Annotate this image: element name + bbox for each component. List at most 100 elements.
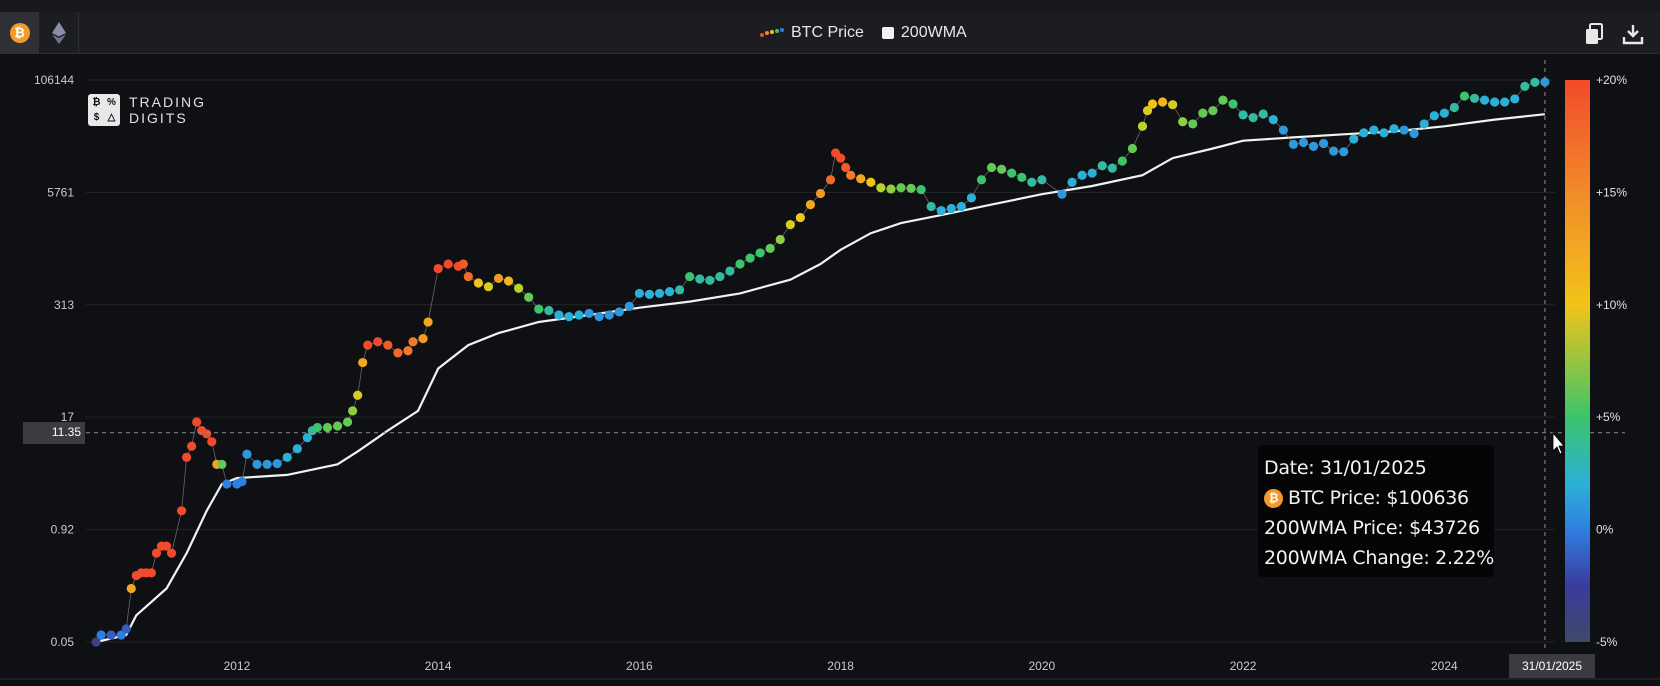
btc-price-point	[866, 177, 876, 187]
btc-price-point	[1510, 94, 1520, 104]
btc-price-point	[433, 263, 443, 274]
btc-price-point	[1208, 106, 1218, 116]
btc-price-point	[348, 406, 358, 416]
btc-price-point	[1007, 168, 1017, 178]
btc-price-point	[574, 310, 584, 320]
btc-price-point	[1258, 109, 1268, 119]
btc-price-point	[705, 275, 715, 285]
legend-btc-price[interactable]: BTC Price	[760, 24, 864, 42]
btc-price-point	[1157, 97, 1168, 107]
btc-price-point	[594, 312, 604, 322]
colorbar-label: +15%	[1596, 185, 1627, 199]
btc-price-point	[262, 459, 272, 469]
btc-price-point	[1218, 95, 1228, 105]
btc-price-point	[685, 271, 695, 282]
ethereum-tab[interactable]	[40, 12, 79, 54]
tooltip-wma-price: 200WMA Price: $43726	[1264, 517, 1480, 539]
btc-price-point	[1278, 125, 1288, 135]
btc-price-point	[1369, 125, 1379, 135]
btc-price-point	[358, 357, 368, 368]
btc-price-point	[1409, 128, 1419, 139]
btc-price-point	[634, 288, 644, 299]
crosshair-y-value: 11.35	[51, 425, 81, 439]
btc-price-point	[986, 162, 997, 173]
btc-price-point	[1057, 189, 1067, 199]
btc-price-point	[1449, 102, 1459, 113]
btc-price-point	[554, 310, 564, 320]
colorbar	[1565, 80, 1590, 642]
btc-price-point	[1027, 177, 1037, 187]
logo-glyph-dollar: $	[93, 112, 100, 123]
btc-price-point	[654, 288, 665, 299]
x-tick-label: 2014	[425, 659, 452, 673]
crosshair-x-label: 31/01/2025	[1509, 654, 1595, 678]
colorbar-labels: +20% +15% +10% +5% 0% -5%	[1596, 73, 1627, 649]
btc-price-point	[976, 175, 987, 185]
btc-price-point	[423, 317, 433, 327]
bitcoin-tab[interactable]: ₿	[0, 12, 39, 54]
btc-price-point	[1147, 99, 1158, 109]
btc-price-point	[1500, 97, 1510, 107]
btc-price-point	[126, 583, 136, 594]
btc-price-point	[841, 162, 851, 173]
btc-price-point	[735, 259, 745, 269]
trading-digits-logo: ₿ % $ △ TRADING DIGITS	[88, 94, 206, 126]
btc-price-point	[514, 283, 524, 293]
btc-price-point	[624, 301, 634, 311]
btc-price-point	[1429, 111, 1439, 121]
download-icon	[1622, 25, 1644, 45]
price-chart[interactable]: 0.050.92173135761106144 2012 2014 2016 2018…	[0, 55, 1660, 686]
btc-price-point	[846, 170, 856, 180]
y-tick-label: 5761	[47, 185, 74, 199]
grid-lines	[0, 79, 1660, 680]
chart-area[interactable]: 0.05 0.92 17 313 5761 106144 2012 2014 2016 2018…	[0, 55, 1660, 686]
btc-price-point	[1137, 121, 1148, 131]
download-button[interactable]	[1620, 21, 1646, 47]
x-tick-label: 2012	[224, 659, 251, 673]
btc-price-point	[408, 337, 418, 347]
legend-wma-label: 200WMA	[900, 24, 967, 41]
btc-price-point	[418, 334, 428, 344]
colorbar-label: +10%	[1596, 298, 1627, 312]
x-tick-label: 2020	[1029, 659, 1056, 673]
btc-price-point	[1238, 110, 1248, 120]
btc-price-point	[237, 476, 247, 487]
btc-price-point	[876, 183, 886, 193]
btc-price-point	[96, 630, 106, 640]
bitcoin-icon: ₿	[9, 23, 30, 43]
btc-price-point	[383, 340, 393, 350]
btc-price-point	[644, 289, 655, 299]
btc-price-point	[916, 184, 926, 195]
btc-price-point	[745, 253, 755, 263]
btc-price-point	[614, 307, 624, 317]
chart-legend: BTC Price 200WMA	[760, 12, 967, 54]
btc-price-point	[503, 276, 514, 286]
btc-price-point	[544, 305, 554, 316]
btc-price-point	[856, 174, 866, 184]
btc-price-point	[805, 199, 816, 210]
btc-price-point	[332, 421, 343, 431]
btc-price-point	[1097, 161, 1107, 171]
btc-price-point	[458, 259, 468, 269]
btc-price-point	[765, 243, 775, 253]
btc-price-point	[906, 183, 916, 193]
copy-button[interactable]	[1581, 21, 1607, 47]
btc-price-point	[956, 201, 966, 212]
btc-price-point	[292, 444, 302, 454]
window-top-strip	[0, 0, 1660, 12]
btc-price-point	[207, 437, 217, 447]
btc-price-point	[403, 346, 413, 356]
logo-line-2: DIGITS	[129, 110, 188, 126]
btc-price-point	[187, 441, 197, 451]
btc-price-point	[1017, 172, 1027, 182]
btc-price-point	[363, 340, 373, 350]
logo-glyph-percent: %	[107, 97, 116, 108]
tooltip-btc-row: ₿ BTC Price: $100636	[1264, 483, 1494, 513]
logo-glyph-triangle: △	[107, 112, 116, 123]
tooltip-btc-price: BTC Price: $100636	[1288, 487, 1469, 509]
btc-price-point	[192, 417, 202, 427]
btc-price-point	[166, 548, 177, 558]
y-tick-labels: 0.050.92173135761106144	[34, 73, 74, 649]
legend-200wma[interactable]: 200WMA	[881, 24, 967, 42]
btc-price-point	[1520, 81, 1530, 91]
